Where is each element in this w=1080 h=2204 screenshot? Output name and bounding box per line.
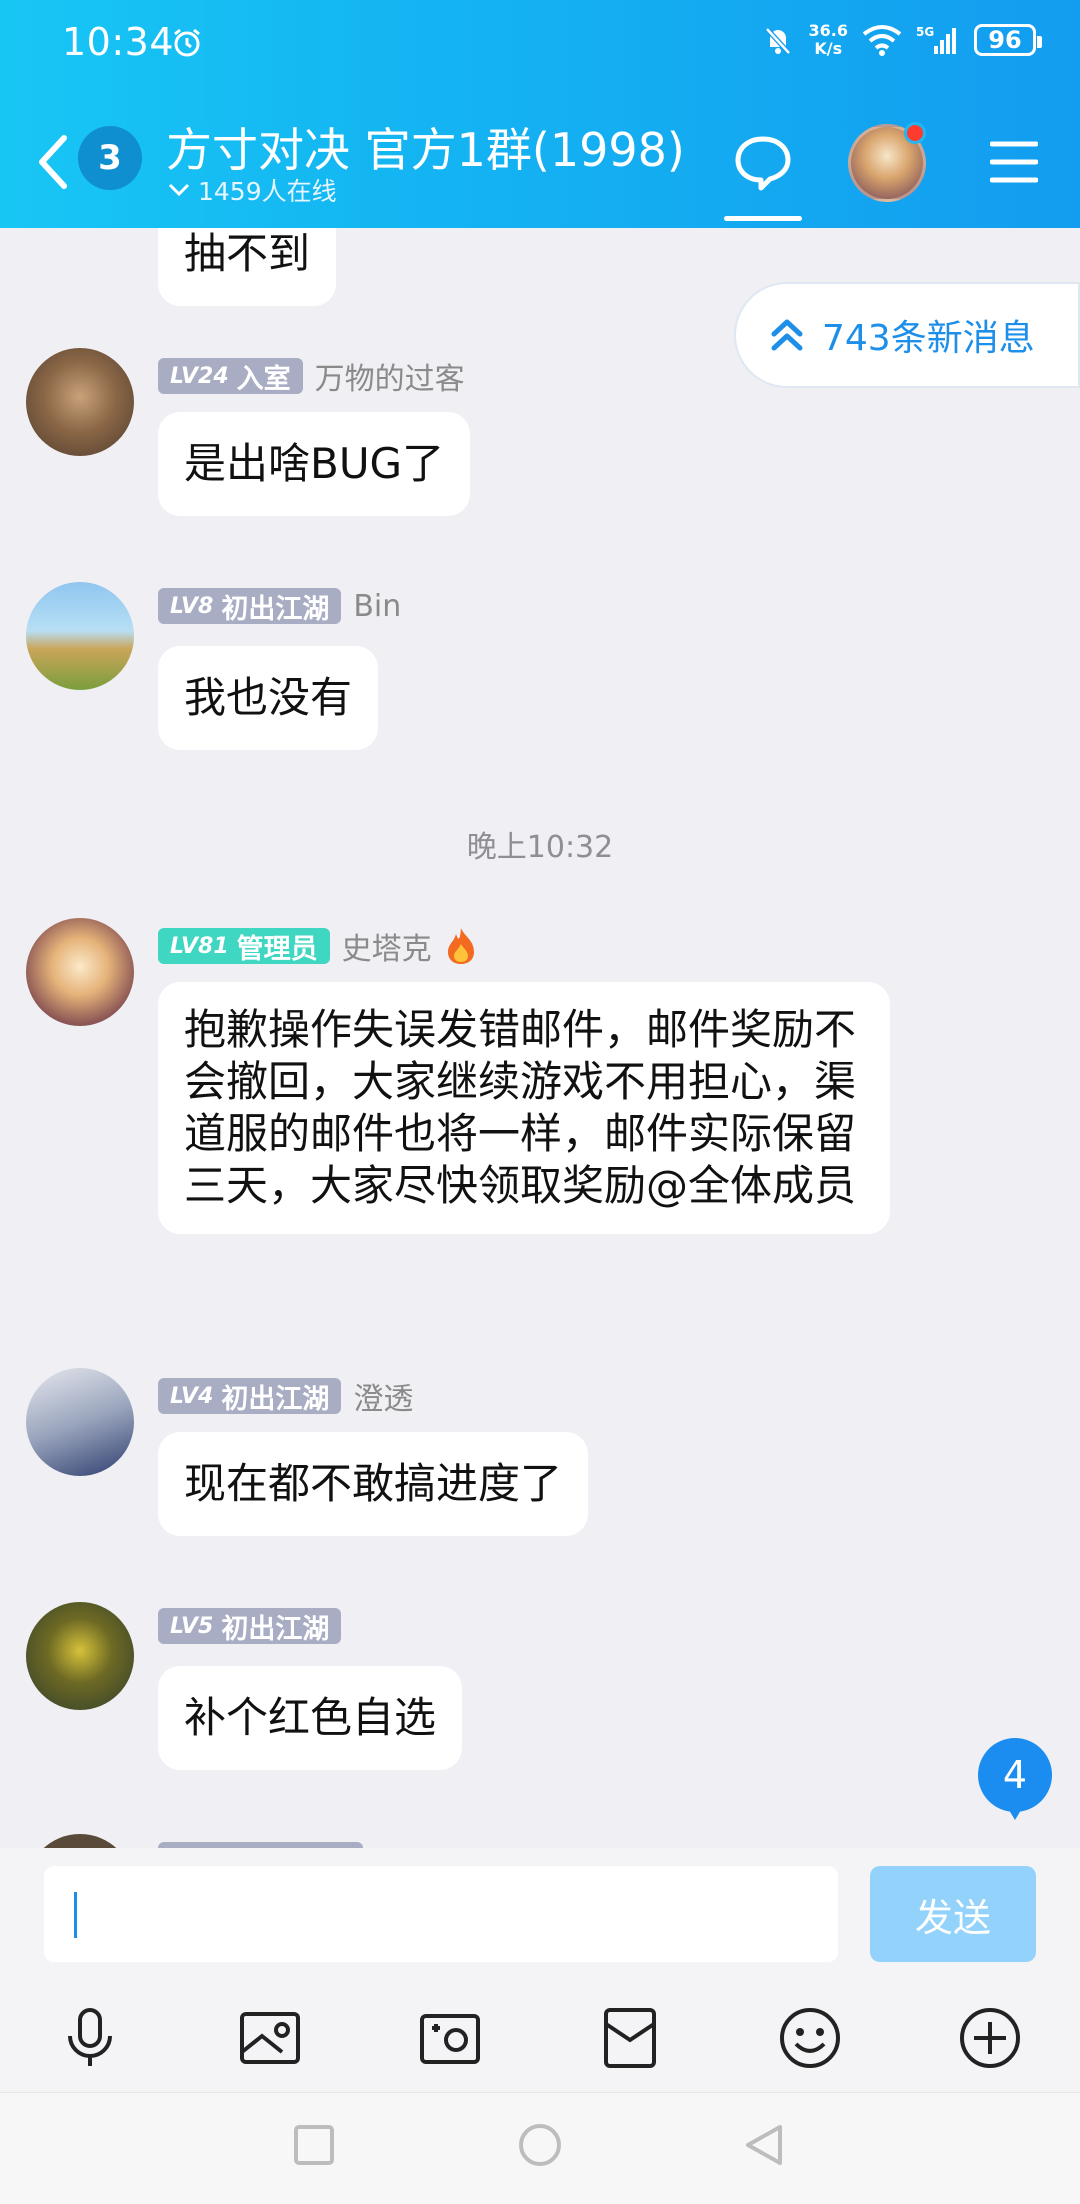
image-icon[interactable]	[238, 2006, 302, 2070]
level-text: LV4	[170, 1383, 214, 1409]
notification-dot	[904, 122, 926, 144]
chat-screen: 10:34 36.6 K/s 5G 96 3 方寸对决 官方1群(1998) 1…	[0, 0, 1080, 2204]
svg-text:5G: 5G	[916, 25, 934, 39]
message-bubble[interactable]: 抱歉操作失误发错邮件，邮件奖励不会撤回，大家继续游戏不用担心，渠道服的邮件也将一…	[158, 982, 890, 1234]
level-badge: LV5 初出江湖	[158, 1608, 342, 1645]
input-toolbar	[0, 1972, 1080, 2092]
sender-name[interactable]: 史塔克	[342, 924, 432, 968]
level-title: 入室	[236, 363, 291, 395]
avatar[interactable]	[26, 1368, 134, 1476]
chevron-down-icon	[168, 183, 190, 197]
back-chevron-icon[interactable]	[34, 132, 70, 192]
level-text: LV81	[170, 933, 229, 959]
message-bubble[interactable]: 是出啥BUG了	[158, 412, 471, 516]
message-bubble[interactable]: 补个红色自选	[158, 1666, 463, 1770]
message-bubble[interactable]: 抽不到	[158, 228, 337, 306]
plus-icon[interactable]	[958, 2006, 1022, 2070]
input-bar: 发送	[0, 1848, 1080, 1972]
new-messages-label: 743条新消息	[822, 318, 1035, 359]
fire-icon	[447, 928, 474, 964]
level-text: LV24	[170, 363, 229, 389]
mention-count-badge[interactable]: 4	[978, 1738, 1052, 1820]
level-text: LV8	[170, 593, 214, 619]
active-tab-indicator	[724, 216, 802, 221]
avatar[interactable]	[26, 1834, 134, 1848]
red-packet-icon[interactable]	[598, 2006, 662, 2070]
microphone-icon[interactable]	[58, 2006, 122, 2070]
menu-icon[interactable]	[990, 138, 1038, 186]
level-title: 初出江湖	[221, 593, 330, 625]
mute-bell-icon	[764, 27, 791, 55]
sender-name[interactable]: 万物的过客	[315, 354, 465, 398]
system-nav-bar	[0, 2092, 1080, 2204]
avatar[interactable]	[26, 348, 134, 456]
sender-line: LV24 入室 万物的过客	[158, 354, 465, 398]
online-count-label: 1459人在线	[198, 177, 337, 206]
text-caret	[74, 1892, 77, 1938]
unread-count-badge[interactable]: 3	[78, 126, 142, 190]
admin-badge: LV81 管理员	[158, 928, 330, 965]
emoji-icon[interactable]	[778, 2006, 842, 2070]
net-speed-unit: K/s	[814, 39, 843, 58]
level-text: LV5	[170, 1613, 214, 1639]
send-button[interactable]: 发送	[870, 1866, 1036, 1962]
double-chevron-up-icon	[771, 319, 803, 351]
wifi-icon	[862, 25, 902, 56]
back-icon[interactable]	[742, 2123, 786, 2167]
sender-name[interactable]: Bin	[353, 589, 401, 624]
level-title: 初出江湖	[221, 1383, 330, 1415]
avatar[interactable]	[26, 1602, 134, 1710]
avatar[interactable]	[26, 918, 134, 1026]
status-right: 36.6 K/s 5G 96	[761, 22, 1042, 58]
home-icon[interactable]	[518, 2123, 562, 2167]
avatar[interactable]	[26, 582, 134, 690]
top-bar: 10:34 36.6 K/s 5G 96 3 方寸对决 官方1群(1998) 1…	[0, 0, 1080, 228]
chat-bubble-icon[interactable]	[734, 134, 792, 192]
net-speed-value: 36.6	[808, 21, 848, 40]
status-time: 10:34	[62, 20, 175, 64]
chat-header: 3 方寸对决 官方1群(1998) 1459人在线	[0, 100, 1080, 228]
level-badge: LV8 初出江湖	[158, 588, 342, 625]
new-messages-button[interactable]: 743条新消息	[734, 282, 1080, 388]
sender-line: LV4 初出江湖 澄透	[158, 1374, 413, 1418]
camera-icon[interactable]	[418, 2006, 482, 2070]
battery-indicator: 96	[974, 24, 1042, 56]
sender-line: LV5 初出江湖	[158, 1608, 342, 1645]
sender-line: LV8 初出江湖 Bin	[158, 588, 401, 625]
level-title: 管理员	[236, 933, 318, 965]
status-bar: 10:34 36.6 K/s 5G 96	[0, 0, 1080, 90]
timestamp: 晚上10:32	[466, 830, 614, 865]
message-bubble[interactable]: 我也没有	[158, 646, 379, 750]
sender-line: LV81 管理员 史塔克	[158, 924, 478, 968]
online-count[interactable]: 1459人在线	[168, 172, 337, 208]
level-title: 初出江湖	[221, 1613, 330, 1645]
message-list[interactable]: 抽不到 LV24 入室 万物的过客 是出啥BUG了 LV8 初出江湖 Bin 我也没…	[0, 228, 1080, 1848]
message-input[interactable]	[44, 1866, 838, 1962]
net-speed: 36.6 K/s	[809, 22, 848, 58]
level-badge: LV24 入室	[158, 358, 303, 395]
recents-icon[interactable]	[292, 2123, 336, 2167]
group-title[interactable]: 方寸对决 官方1群(1998)	[166, 114, 685, 180]
signal-5g-icon: 5G	[916, 25, 956, 54]
alarm-icon	[174, 28, 200, 57]
message-bubble[interactable]: 现在都不敢搞进度了	[158, 1432, 589, 1536]
sender-name[interactable]: 澄透	[353, 1374, 413, 1418]
level-badge: LV4 初出江湖	[158, 1378, 342, 1415]
